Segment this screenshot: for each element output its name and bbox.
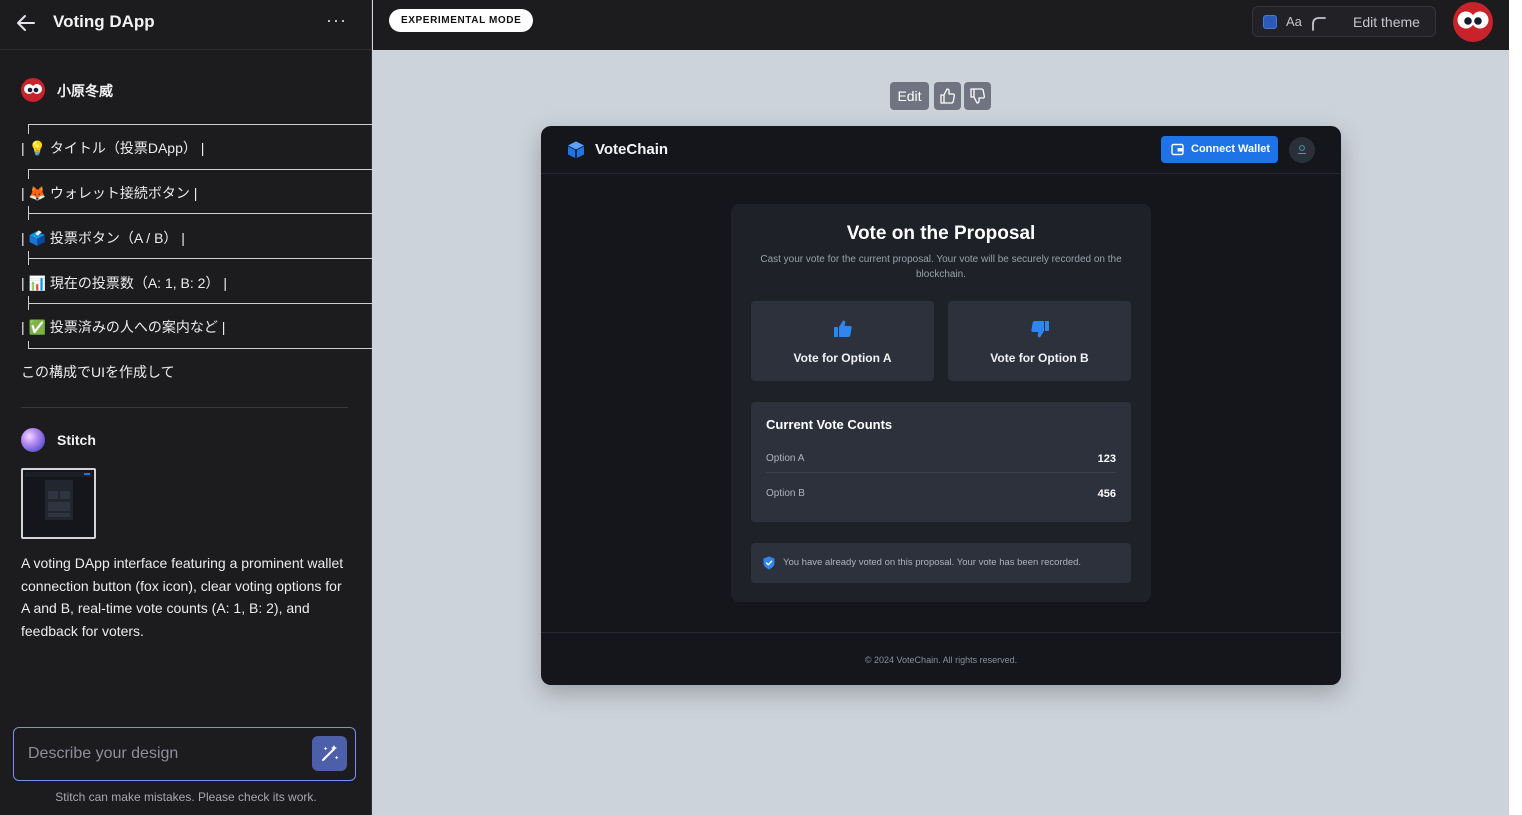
design-preview-frame: VoteChain Connect Wallet Vote on the Pro…: [541, 126, 1341, 685]
assistant-message-text: A voting DApp interface featuring a prom…: [21, 555, 344, 639]
voted-notice: You have already voted on this proposal.…: [751, 543, 1131, 583]
assistant-name: Stitch: [57, 432, 96, 448]
copyright-text: © 2024 VoteChain. All rights reserved.: [864, 655, 1018, 665]
generate-button[interactable]: [312, 736, 347, 771]
user-avatar: [21, 78, 45, 102]
vote-count-row: Option A 123: [766, 453, 1116, 473]
tree-border: [28, 348, 372, 349]
tree-item: | 🗳️ 投票ボタン（A / B） |: [21, 230, 185, 246]
design-thumbnail[interactable]: [21, 468, 96, 539]
top-bar: EXPERIMENTAL MODE Aa Edit theme: [373, 0, 1509, 50]
eyes-avatar-icon: [1453, 2, 1493, 42]
tree-item: | 💡 タイトル（投票DApp） |: [21, 140, 205, 156]
vote-option-b-button[interactable]: Vote for Option B: [948, 301, 1131, 381]
app-brand: VoteChain: [595, 141, 669, 158]
thumbs-up-icon: [940, 88, 955, 104]
tree-border: [28, 213, 372, 214]
app-header: VoteChain Connect Wallet: [541, 126, 1341, 174]
tree-item: | 🦊 ウォレット接続ボタン |: [21, 185, 198, 201]
user-icon: [1298, 145, 1306, 154]
app-footer: © 2024 VoteChain. All rights reserved.: [541, 632, 1341, 685]
connect-wallet-label: Connect Wallet: [1191, 143, 1271, 155]
back-button[interactable]: [14, 11, 38, 35]
thumbs-down-icon: [970, 88, 985, 104]
disclaimer-text: Stitch can make mistakes. Please check i…: [55, 790, 317, 804]
tree-border: [28, 258, 372, 259]
account-avatar[interactable]: [1453, 2, 1493, 42]
vote-count-label: Option A: [766, 453, 805, 464]
tree-border: [28, 303, 372, 304]
tree-border: [28, 124, 372, 125]
experimental-mode-badge: EXPERIMENTAL MODE: [389, 9, 534, 32]
proposal-heading: Vote on the Proposal: [846, 223, 1036, 244]
vote-count-value: 456: [1097, 488, 1116, 500]
vote-option-b-label: Vote for Option B: [990, 351, 1089, 365]
sidebar-header: Voting DApp ···: [0, 0, 371, 50]
count-divider: [766, 472, 1116, 473]
vote-option-a-label: Vote for Option A: [793, 351, 892, 365]
eyes-avatar-icon: [21, 78, 45, 102]
tree-item: | 📊 現在の投票数（A: 1, B: 2） |: [21, 275, 227, 291]
edit-theme-button[interactable]: Edit theme: [1353, 14, 1420, 30]
thumbs-down-icon: [1031, 321, 1049, 338]
tree-border: [28, 206, 29, 220]
tree-border: [28, 169, 29, 179]
thumbnail-preview: [23, 470, 94, 537]
vote-count-label: Option B: [766, 488, 805, 499]
theme-color-swatch[interactable]: [1263, 15, 1277, 29]
thumbs-up-icon: [834, 320, 852, 337]
thumbs-down-button[interactable]: [964, 82, 991, 110]
user-name: 小原冬威: [57, 83, 113, 99]
font-setting[interactable]: Aa: [1286, 14, 1302, 29]
proposal-subheading: Cast your vote for the current proposal.…: [760, 254, 1122, 280]
edit-button[interactable]: Edit: [890, 82, 929, 110]
corner-radius-icon[interactable]: [1310, 15, 1326, 31]
prompt-input[interactable]: [26, 744, 300, 764]
tree-border: [28, 341, 29, 349]
thumbs-up-button[interactable]: [934, 82, 961, 110]
vote-counts-panel: Current Vote Counts Option A 123 Option …: [751, 402, 1131, 522]
vote-counts-title: Current Vote Counts: [766, 417, 893, 432]
account-button[interactable]: [1289, 137, 1315, 163]
chat-sidebar: Voting DApp ··· 小原冬威 | 💡 タイトル（投票DApp） | …: [0, 0, 372, 815]
vote-count-value: 123: [1097, 453, 1116, 465]
tree-border: [28, 169, 372, 170]
vote-count-row: Option B 456: [766, 488, 1116, 508]
message-divider: [21, 407, 348, 408]
cube-logo-icon: [566, 140, 586, 160]
wallet-icon: [1171, 143, 1184, 156]
vote-option-a-button[interactable]: Vote for Option A: [751, 301, 934, 381]
user-message-text: この構成でUIを作成して: [21, 364, 175, 380]
stitch-avatar: [21, 428, 45, 452]
shield-check-icon: [763, 556, 775, 570]
theme-controls[interactable]: Aa Edit theme: [1252, 6, 1436, 37]
tree-border: [28, 251, 29, 265]
prompt-box: [13, 727, 356, 781]
tree-item: | ✅ 投票済みの人への案内など |: [21, 319, 226, 335]
tree-border: [28, 296, 29, 310]
connect-wallet-button[interactable]: Connect Wallet: [1161, 136, 1278, 163]
project-title: Voting DApp: [53, 12, 155, 31]
voted-notice-text: You have already voted on this proposal.…: [783, 557, 1082, 568]
more-options-button[interactable]: ···: [326, 10, 348, 34]
scrollbar-track[interactable]: [1509, 0, 1522, 815]
proposal-card: Vote on the Proposal Cast your vote for …: [731, 204, 1151, 602]
arrow-left-icon: [17, 15, 35, 31]
tree-border: [28, 124, 29, 134]
magic-wand-icon: [322, 745, 339, 761]
